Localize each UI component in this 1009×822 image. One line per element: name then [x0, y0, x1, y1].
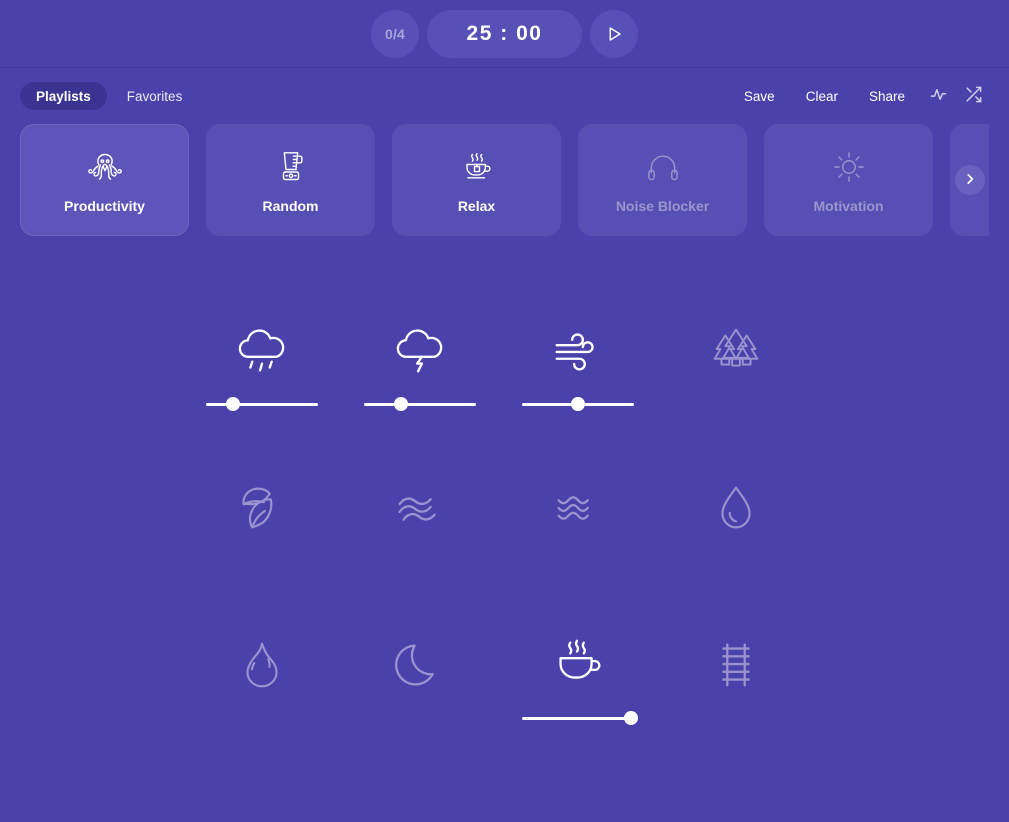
volume-slider-wind-thumb[interactable]	[571, 397, 585, 411]
volume-slider-wind[interactable]	[522, 396, 634, 412]
volume-slider-rain-track	[206, 403, 318, 406]
ocean-ripples-icon	[547, 465, 609, 551]
sound-grid	[0, 308, 1009, 779]
water-drop-icon	[705, 465, 767, 551]
volume-slider-thunder-track	[364, 403, 476, 406]
pine-trees-icon	[705, 308, 767, 394]
wavy-water-icon	[389, 465, 451, 551]
chevron-right-icon	[963, 172, 977, 189]
view-tabs: Playlists Favorites	[20, 82, 198, 110]
shuffle-button[interactable]	[957, 81, 989, 111]
session-count-badge[interactable]: 0/4	[371, 9, 419, 58]
playlist-carousel: Productivity Random Relax Noise Blocker …	[0, 124, 1009, 236]
save-button[interactable]: Save	[730, 81, 789, 111]
sound-tile-droplet[interactable]	[657, 465, 815, 622]
blender-icon	[271, 146, 311, 188]
sound-tile-cafe[interactable]	[499, 622, 657, 779]
playlist-card-noise-blocker[interactable]: Noise Blocker	[578, 124, 747, 236]
clear-button[interactable]: Clear	[792, 81, 852, 111]
sound-tile-ocean[interactable]	[499, 465, 657, 622]
storm-cloud-icon	[389, 308, 451, 394]
tab-playlists-label: Playlists	[36, 88, 91, 104]
leaves-icon	[231, 465, 293, 551]
playlist-card-productivity-label: Productivity	[64, 198, 145, 214]
rain-cloud-icon	[231, 308, 293, 394]
control-row: Playlists Favorites Save Clear Share	[0, 68, 1009, 124]
sound-tile-fire[interactable]	[183, 622, 341, 779]
coffee-cup-icon	[547, 622, 609, 708]
sun-icon	[829, 146, 869, 188]
train-tracks-icon	[705, 622, 767, 708]
volume-slider-rain-thumb[interactable]	[225, 397, 240, 411]
tab-favorites-label: Favorites	[126, 88, 183, 104]
playlist-card-random-label: Random	[262, 198, 319, 214]
sound-tile-forest[interactable]	[657, 308, 815, 465]
playlist-card-productivity[interactable]: Productivity	[20, 124, 189, 236]
sound-tile-leaves[interactable]	[183, 465, 341, 622]
volume-slider-thunder-thumb[interactable]	[393, 397, 408, 411]
tab-favorites[interactable]: Favorites	[111, 82, 199, 110]
timer-value: 25 : 00	[466, 21, 543, 45]
playlist-card-strip: Productivity Random Relax Noise Blocker …	[20, 124, 989, 236]
sound-tile-train[interactable]	[657, 622, 815, 779]
volume-slider-cafe-thumb[interactable]	[623, 711, 638, 725]
share-button-label: Share	[868, 88, 905, 104]
share-button[interactable]: Share	[855, 81, 919, 111]
volume-slider-rain[interactable]	[206, 396, 318, 412]
headphones-icon	[643, 146, 683, 188]
playlist-card-noise-blocker-label: Noise Blocker	[615, 198, 710, 214]
sound-tile-wind[interactable]	[499, 308, 657, 465]
wind-icon	[547, 308, 609, 394]
octopus-icon	[85, 146, 125, 188]
sound-tile-thunder[interactable]	[341, 308, 499, 465]
timer-group: 0/4 25 : 00	[371, 9, 638, 58]
volume-slider-cafe[interactable]	[522, 710, 638, 726]
clear-button-label: Clear	[805, 88, 838, 104]
sound-tile-night[interactable]	[341, 622, 499, 779]
timer-display[interactable]: 25 : 00	[427, 9, 582, 58]
play-icon	[605, 25, 623, 43]
playlist-card-relax-label: Relax	[457, 198, 496, 214]
playlist-scroll-next-button[interactable]	[955, 165, 985, 195]
activity-waveform-icon	[929, 85, 948, 107]
playlist-card-motivation-label: Motivation	[813, 198, 884, 214]
top-bar: 0/4 25 : 00	[0, 0, 1009, 68]
tea-cup-icon	[457, 146, 497, 188]
session-count-label: 0/4	[384, 25, 406, 42]
waveform-toggle-button[interactable]	[922, 81, 954, 111]
playlist-card-random[interactable]: Random	[206, 124, 375, 236]
sound-tile-river[interactable]	[341, 465, 499, 622]
tab-playlists[interactable]: Playlists	[20, 82, 107, 110]
sound-tile-rain[interactable]	[183, 308, 341, 465]
flame-icon	[231, 622, 293, 708]
volume-slider-thunder[interactable]	[364, 396, 476, 412]
playlist-card-motivation[interactable]: Motivation	[764, 124, 933, 236]
save-button-label: Save	[743, 88, 775, 104]
moon-icon	[389, 622, 451, 708]
playlist-card-relax[interactable]: Relax	[392, 124, 561, 236]
action-buttons: Save Clear Share	[730, 81, 989, 111]
shuffle-icon	[964, 85, 983, 107]
play-button[interactable]	[590, 9, 638, 58]
volume-slider-cafe-track	[522, 717, 634, 720]
